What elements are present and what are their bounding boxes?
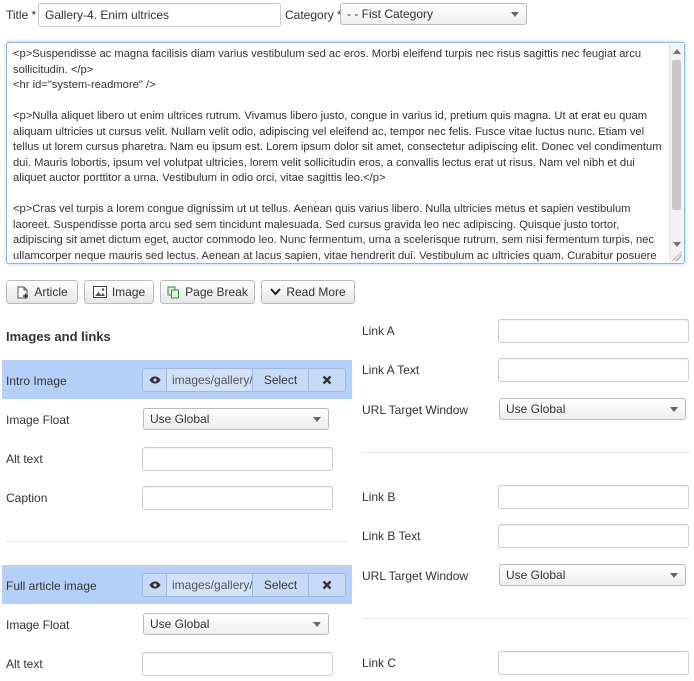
- image-float-select-2[interactable]: Use Global: [143, 613, 329, 635]
- url-target-window-label-b: URL Target Window: [362, 569, 469, 583]
- image-float-label-2: Image Float: [6, 618, 70, 632]
- link-c-input[interactable]: [498, 651, 689, 675]
- scroll-up-icon[interactable]: [673, 49, 681, 54]
- copy-icon: [167, 286, 180, 298]
- picture-icon: [92, 286, 107, 298]
- link-b-label: Link B: [362, 490, 396, 504]
- full-article-image-select-button[interactable]: Select: [253, 574, 309, 596]
- chevron-down-icon: [670, 573, 678, 578]
- chevron-down-icon: [670, 407, 678, 412]
- resize-handle[interactable]: [672, 251, 682, 261]
- title-input[interactable]: Gallery-4. Enim ultrices: [38, 3, 281, 27]
- url-target-window-label: URL Target Window: [362, 403, 469, 417]
- intro-image-media-field[interactable]: images/gallery/g Select: [142, 368, 346, 392]
- image-button-label: Image: [111, 285, 146, 299]
- divider: [6, 541, 348, 542]
- link-b-input[interactable]: [498, 485, 689, 509]
- alt-text-label: Alt text: [6, 452, 43, 466]
- intro-image-select-button[interactable]: Select: [253, 369, 309, 391]
- full-article-image-path[interactable]: images/gallery/g: [167, 574, 253, 596]
- editor-scrollbar[interactable]: [669, 44, 683, 262]
- url-target-window-select-b[interactable]: Use Global: [499, 564, 686, 586]
- link-a-text-label: Link A Text: [362, 363, 420, 377]
- link-b-text-input[interactable]: [498, 524, 689, 548]
- title-label: Title *: [6, 8, 37, 22]
- images-and-links-heading: Images and links: [6, 329, 111, 344]
- caption-label: Caption: [6, 491, 48, 505]
- url-target-window-select[interactable]: Use Global: [499, 398, 686, 420]
- alt-text-label-2: Alt text: [6, 657, 43, 671]
- alt-text-input-2[interactable]: [142, 652, 333, 676]
- scroll-down-icon[interactable]: [673, 242, 681, 247]
- url-target-window-value: Use Global: [506, 402, 566, 416]
- editor-content[interactable]: <p>Suspendisse ac magna facilisis diam v…: [13, 47, 666, 263]
- divider: [362, 618, 690, 619]
- image-float-select[interactable]: Use Global: [143, 408, 329, 430]
- image-float-value-2: Use Global: [150, 617, 210, 631]
- divider: [362, 452, 690, 453]
- image-float-value: Use Global: [150, 412, 210, 426]
- chevron-down-icon: [511, 12, 519, 17]
- read-more-button[interactable]: Read More: [261, 280, 355, 304]
- category-label: Category *: [285, 8, 342, 22]
- image-float-label: Image Float: [6, 413, 70, 427]
- chevron-down-icon: [313, 622, 321, 627]
- close-icon[interactable]: [309, 574, 345, 596]
- link-a-input[interactable]: [498, 319, 689, 343]
- full-article-image-media-field[interactable]: images/gallery/g Select: [142, 573, 346, 597]
- intro-image-path[interactable]: images/gallery/g: [167, 369, 253, 391]
- intro-image-label: Intro Image: [6, 374, 67, 388]
- full-article-image-label: Full article image: [6, 579, 97, 593]
- article-text-editor[interactable]: <p>Suspendisse ac magna facilisis diam v…: [6, 42, 685, 264]
- chevron-down-icon: [313, 417, 321, 422]
- scroll-thumb[interactable]: [672, 60, 681, 210]
- eye-icon[interactable]: [143, 574, 167, 596]
- article-button-label: Article: [34, 285, 68, 299]
- article-button[interactable]: Article: [6, 280, 78, 304]
- url-target-window-value-b: Use Global: [506, 568, 566, 582]
- alt-text-input[interactable]: [142, 447, 333, 471]
- category-value: - - Fist Category: [347, 7, 434, 21]
- chevron-down-icon: [270, 288, 282, 296]
- link-a-label: Link A: [362, 324, 395, 338]
- page-break-button-label: Page Break: [185, 285, 248, 299]
- page-break-button[interactable]: Page Break: [160, 280, 255, 304]
- link-b-text-label: Link B Text: [362, 529, 421, 543]
- close-icon[interactable]: [309, 369, 345, 391]
- link-c-label: Link C: [362, 656, 397, 670]
- link-a-text-input[interactable]: [498, 358, 689, 382]
- image-button[interactable]: Image: [84, 280, 154, 304]
- caption-input[interactable]: [142, 486, 333, 510]
- eye-icon[interactable]: [143, 369, 167, 391]
- category-select[interactable]: - - Fist Category: [340, 3, 527, 25]
- article-icon: [17, 286, 29, 298]
- read-more-button-label: Read More: [286, 285, 346, 299]
